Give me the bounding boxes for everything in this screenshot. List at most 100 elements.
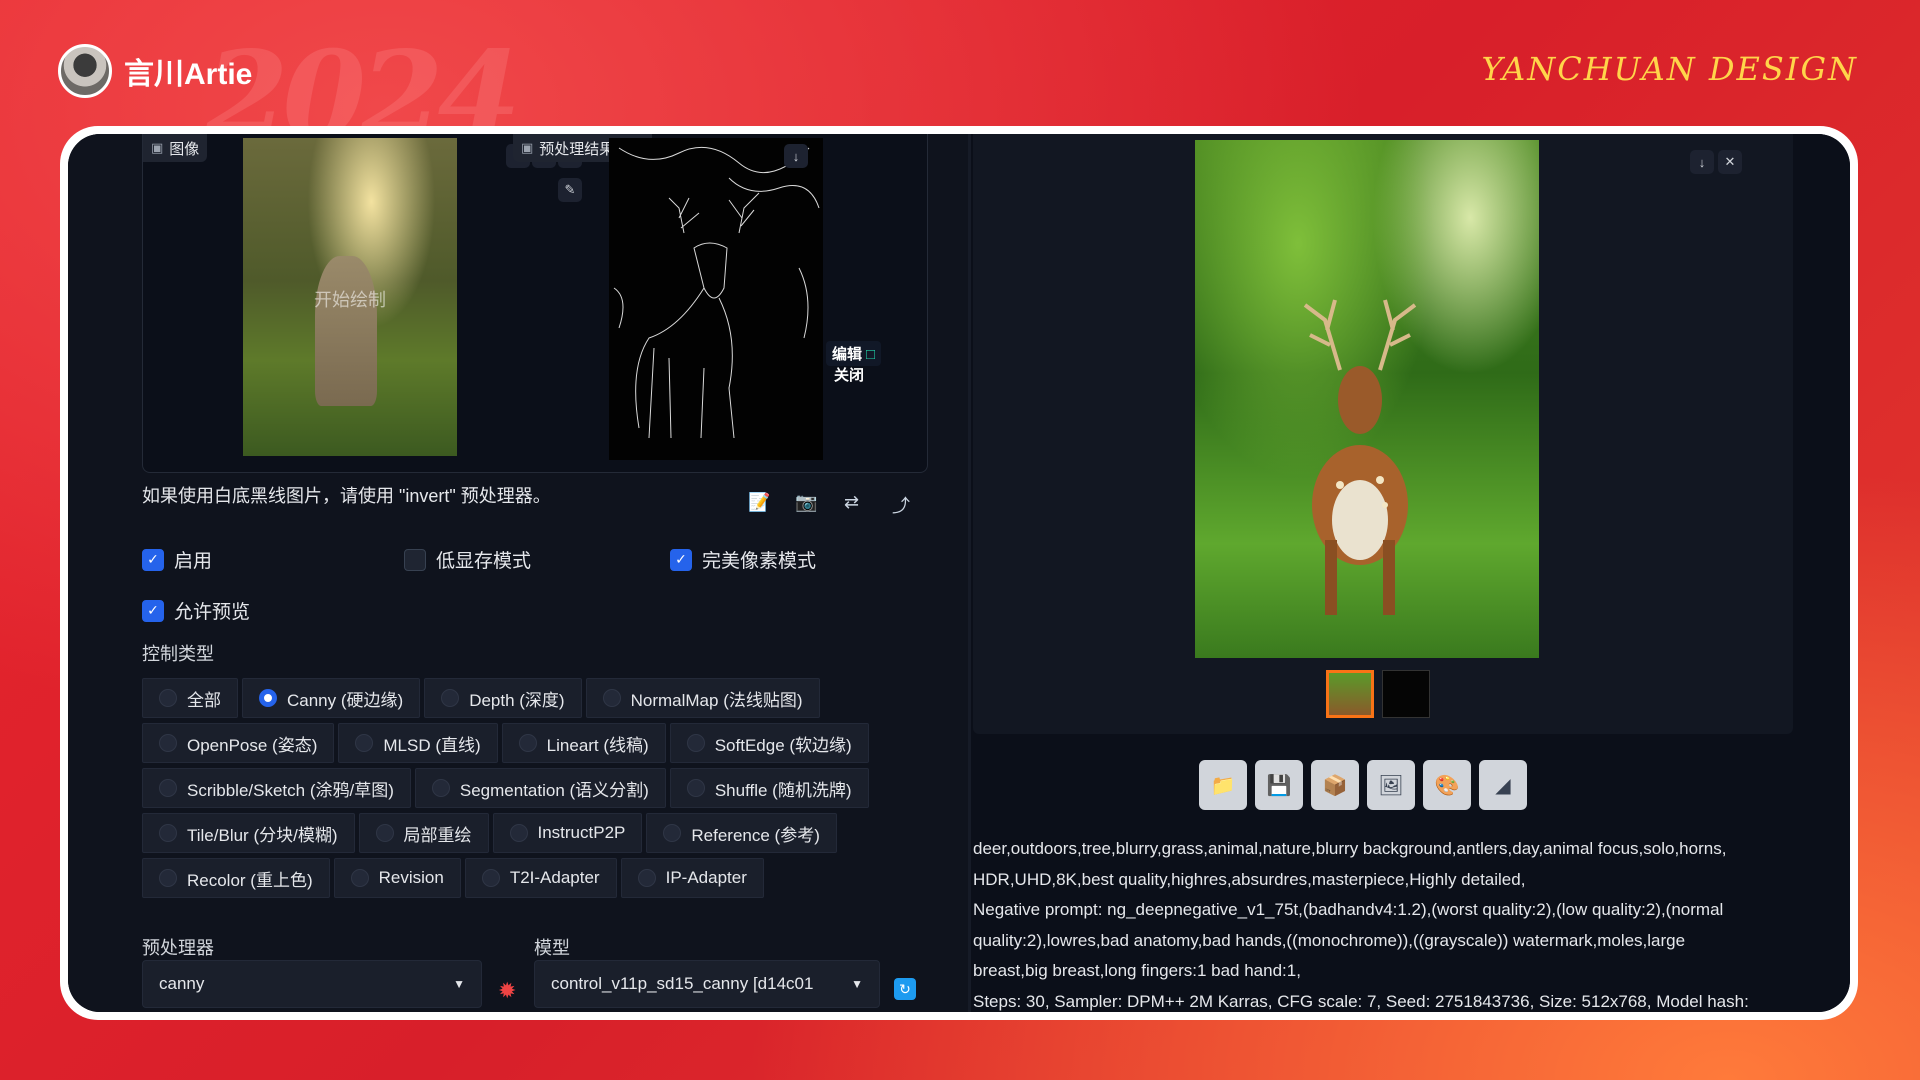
send-to-inpaint-icon[interactable]: 🎨	[1423, 760, 1471, 810]
allow-preview-checkbox[interactable]: ✓ 允许预览	[142, 597, 250, 624]
model-value: control_v11p_sd15_canny [d14c01	[551, 974, 814, 993]
radio-row: Scribble/Sketch (涂鸦/草图) Segmentation (语义…	[142, 768, 922, 808]
radio-canny[interactable]: Canny (硬边缘)	[242, 678, 421, 718]
radio-recolor[interactable]: Recolor (重上色)	[142, 858, 330, 898]
open-folder-icon[interactable]: 📁	[1199, 760, 1247, 810]
radio-segmentation[interactable]: Segmentation (语义分割)	[414, 768, 666, 808]
edit-badge-text: 编辑	[832, 346, 863, 363]
radio-label: T2I-Adapter	[509, 868, 600, 887]
radio-label: OpenPose (姿态)	[187, 735, 318, 755]
radio-dot	[518, 734, 537, 752]
radio-shuffle[interactable]: Shuffle (随机洗牌)	[669, 768, 869, 808]
image-input-block: ▣ 图像 开始绘制 ↺ ⌫ ✕ ✎ ▣ 预处理结果预览	[142, 134, 928, 473]
output-panel: ↓ ✕ 📁 💾 📦 🖼 🎨 ◢ deer,outdoors,tree,blurr…	[971, 134, 1850, 1012]
radio-scribble[interactable]: Scribble/Sketch (涂鸦/草图)	[142, 768, 411, 808]
draw-hint: 开始绘制	[314, 290, 386, 310]
radio-dot	[602, 689, 621, 707]
close-icon[interactable]: ✕	[1718, 150, 1742, 174]
radio-dot	[686, 734, 705, 752]
run-preprocessor-icon[interactable]: ✹	[498, 978, 516, 1004]
model-label: 模型	[534, 938, 570, 958]
radio-row: 全部 Canny (硬边缘) Depth (深度) NormalMap (法线贴…	[142, 678, 922, 718]
canny-preview-image	[609, 138, 823, 460]
radio-dot	[159, 779, 177, 797]
output-gallery: ↓ ✕	[973, 134, 1793, 734]
radio-t2i-adapter[interactable]: T2I-Adapter	[464, 858, 617, 898]
radio-row: Tile/Blur (分块/模糊) 局部重绘 InstructP2P Refer…	[142, 813, 922, 853]
edit-badge[interactable]: 编辑 □	[826, 341, 882, 366]
radio-dot	[686, 779, 705, 797]
radio-normalmap[interactable]: NormalMap (法线贴图)	[585, 678, 820, 718]
model-select[interactable]: control_v11p_sd15_canny [d14c01 ▼	[534, 960, 880, 1008]
radio-label: Depth (深度)	[469, 690, 565, 710]
radio-softedge[interactable]: SoftEdge (软边缘)	[669, 723, 869, 763]
checkbox-checked-icon: ✓	[670, 548, 692, 571]
source-image-canvas[interactable]: 开始绘制	[243, 138, 457, 456]
radio-tile-blur[interactable]: Tile/Blur (分块/模糊)	[142, 813, 355, 853]
close-badge[interactable]: 关闭	[834, 364, 864, 385]
design-logo: YANCHUAN DESIGN	[1481, 50, 1858, 88]
radio-label: Scribble/Sketch (涂鸦/草图)	[187, 780, 394, 800]
deer-illustration	[1303, 299, 1417, 615]
radio-ip-adapter[interactable]: IP-Adapter	[620, 858, 764, 898]
radio-depth[interactable]: Depth (深度)	[424, 678, 582, 718]
radio-label: 局部重绘	[403, 825, 472, 845]
radio-label: Recolor (重上色)	[187, 870, 313, 890]
save-icon[interactable]: 💾	[1255, 760, 1303, 810]
radio-row: OpenPose (姿态) MLSD (直线) Lineart (线稿) Sof…	[142, 723, 922, 763]
control-type-radio-group: 全部 Canny (硬边缘) Depth (深度) NormalMap (法线贴…	[142, 678, 922, 903]
radio-label: Tile/Blur (分块/模糊)	[187, 825, 338, 845]
radio-dot	[159, 734, 177, 752]
radio-dot	[509, 824, 528, 842]
radio-label: Lineart (线稿)	[546, 735, 649, 755]
pixel-perfect-checkbox[interactable]: ✓ 完美像素模式	[670, 546, 816, 573]
prompt-text: HDR,UHD,8K,best quality,highres,absurdre…	[973, 869, 1526, 889]
brand-header: 言川Artie	[58, 44, 252, 98]
radio-label: Reference (参考)	[691, 825, 820, 845]
radio-reference[interactable]: Reference (参考)	[646, 813, 837, 853]
radio-dot	[481, 869, 500, 887]
radio-label: MLSD (直线)	[383, 735, 481, 755]
radio-label: Segmentation (语义分割)	[459, 780, 649, 800]
document-icon[interactable]: 📝	[748, 492, 770, 513]
preprocessor-select[interactable]: canny ▼	[142, 960, 482, 1008]
refresh-models-icon[interactable]: ↻	[894, 978, 916, 1000]
low-vram-checkbox[interactable]: 低显存模式	[404, 546, 531, 573]
preprocessor-value: canny	[159, 974, 205, 993]
download-icon[interactable]: ↓	[784, 144, 808, 168]
dropdown-caret-icon: ▼	[851, 977, 863, 991]
image-icon: ▣	[521, 140, 534, 155]
radio-mlsd[interactable]: MLSD (直线)	[338, 723, 498, 763]
negative-prompt-text: Negative prompt: ng_deepnegative_v1_75t,…	[973, 900, 1724, 919]
brush-icon[interactable]: ✎	[558, 178, 582, 202]
thumbnail-canny[interactable]	[1382, 670, 1430, 718]
send-to-extras-icon[interactable]: ◢	[1479, 760, 1527, 810]
enable-checkbox[interactable]: ✓ 启用	[142, 546, 212, 573]
send-dimensions-icon[interactable]: ⤴	[892, 492, 910, 518]
send-to-img2img-icon[interactable]: 🖼	[1367, 760, 1415, 810]
generated-image[interactable]	[1195, 140, 1539, 658]
checkbox-checked-icon: ✓	[142, 548, 164, 571]
radio-lineart[interactable]: Lineart (线稿)	[501, 723, 666, 763]
radio-instructp2p[interactable]: InstructP2P	[492, 813, 643, 853]
radio-inpaint[interactable]: 局部重绘	[358, 813, 489, 853]
radio-openpose[interactable]: OpenPose (姿态)	[142, 723, 335, 763]
radio-label: NormalMap (法线贴图)	[630, 690, 803, 710]
zip-archive-icon[interactable]: 📦	[1311, 760, 1359, 810]
invert-hint: 如果使用白底黑线图片，请使用 "invert" 预处理器。	[142, 486, 551, 506]
radio-dot	[159, 689, 177, 707]
radio-dot	[355, 734, 374, 752]
download-icon[interactable]: ↓	[1690, 150, 1714, 174]
edit-icon: □	[866, 346, 876, 363]
radio-all[interactable]: 全部	[142, 678, 238, 718]
radio-label: Canny (硬边缘)	[287, 690, 404, 710]
enable-label: 启用	[174, 551, 213, 572]
radio-revision[interactable]: Revision	[333, 858, 461, 898]
app-window: ▣ 图像 开始绘制 ↺ ⌫ ✕ ✎ ▣ 预处理结果预览	[68, 134, 1850, 1012]
swap-icon[interactable]: ⇄	[844, 492, 859, 513]
radio-dot	[441, 689, 460, 707]
camera-icon[interactable]: 📷	[795, 492, 817, 513]
thumbnail-generated[interactable]	[1326, 670, 1374, 718]
allow-preview-label: 允许预览	[174, 602, 251, 623]
radio-dot	[159, 824, 177, 842]
